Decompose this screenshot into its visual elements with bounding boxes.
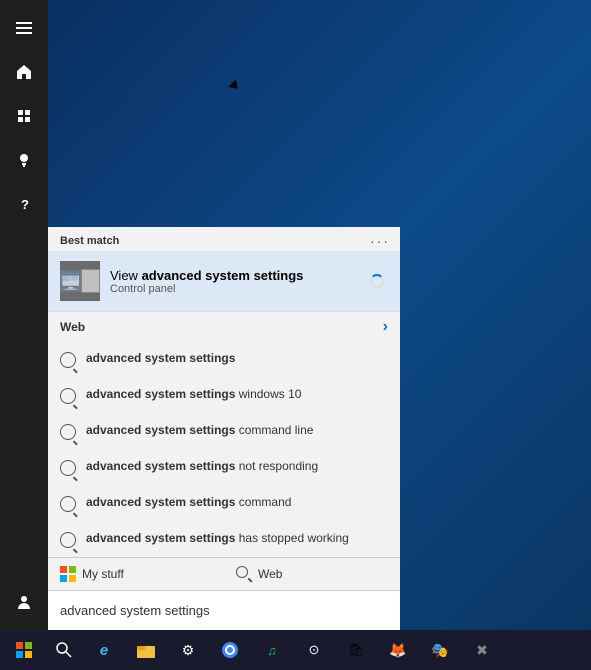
- best-match-item[interactable]: View advanced system settings Control pa…: [48, 251, 400, 311]
- sidebar-home[interactable]: [4, 52, 44, 92]
- suggestion-search-icon: [60, 496, 76, 512]
- start-menu-sidebar: ?: [0, 0, 48, 630]
- best-match-title-bold: advanced system settings: [142, 268, 304, 283]
- taskbar-store[interactable]: 🛍: [336, 630, 376, 670]
- more-options-button[interactable]: ···: [370, 233, 390, 249]
- taskbar-settings[interactable]: ⚙: [168, 630, 208, 670]
- suggestion-text: advanced system settings not responding: [86, 458, 318, 475]
- taskbar: e ⚙ ♫ ⊙ 🛍 🦊 🎭 ✖: [0, 630, 591, 670]
- bottom-tabs-bar: My stuff Web: [48, 557, 400, 590]
- search-input-bar: advanced system settings: [48, 590, 400, 630]
- windows-icon: [60, 566, 76, 582]
- suggestion-text: advanced system settings windows 10: [86, 386, 301, 403]
- suggestion-item-1[interactable]: advanced system settings windows 10: [48, 378, 400, 414]
- start-button[interactable]: [0, 630, 48, 670]
- tab-mystuff[interactable]: My stuff: [48, 558, 224, 590]
- search-tab-icon: [236, 566, 252, 582]
- best-match-label: Best match: [60, 235, 119, 247]
- taskbar-explorer[interactable]: [126, 630, 166, 670]
- taskbar-spotify[interactable]: ♫: [252, 630, 292, 670]
- taskbar-media[interactable]: ⊙: [294, 630, 334, 670]
- taskbar-extra1[interactable]: 🎭: [420, 630, 460, 670]
- tab-mystuff-label: My stuff: [82, 567, 124, 581]
- best-match-header-bar: Best match ···: [48, 227, 400, 251]
- suggestion-item-2[interactable]: advanced system settings command line: [48, 414, 400, 450]
- best-match-title-prefix: View: [110, 268, 142, 283]
- best-match-title: View advanced system settings: [110, 268, 303, 283]
- suggestion-item-4[interactable]: advanced system settings command: [48, 486, 400, 522]
- suggestion-item-3[interactable]: advanced system settings not responding: [48, 450, 400, 486]
- sidebar-user[interactable]: [4, 582, 44, 622]
- tab-web-label: Web: [258, 567, 282, 581]
- best-match-subtitle: Control panel: [110, 283, 303, 295]
- suggestion-text: advanced system settings has stopped wor…: [86, 530, 349, 547]
- svg-text:?: ?: [21, 197, 29, 212]
- suggestion-search-icon: [60, 424, 76, 440]
- sidebar-help[interactable]: ?: [4, 184, 44, 224]
- suggestion-text: advanced system settings command: [86, 494, 291, 511]
- taskbar-app-icons: e ⚙ ♫ ⊙ 🛍 🦊 🎭 ✖: [84, 630, 502, 670]
- suggestion-text: advanced system settings: [86, 350, 235, 367]
- taskbar-firefox[interactable]: 🦊: [378, 630, 418, 670]
- taskbar-chrome[interactable]: [210, 630, 250, 670]
- sidebar-recent[interactable]: [4, 96, 44, 136]
- loading-indicator: [370, 274, 384, 288]
- tab-web[interactable]: Web: [224, 558, 400, 590]
- sidebar-hamburger[interactable]: [4, 8, 44, 48]
- suggestion-item-5[interactable]: advanced system settings has stopped wor…: [48, 522, 400, 558]
- taskbar-edge[interactable]: e: [84, 630, 124, 670]
- taskbar-search-button[interactable]: [48, 630, 80, 670]
- suggestion-search-icon: [60, 532, 76, 548]
- web-section-header[interactable]: Web ›: [48, 311, 400, 342]
- best-match-info: View advanced system settings Control pa…: [110, 268, 303, 295]
- suggestion-search-icon: [60, 388, 76, 404]
- suggestion-item-0[interactable]: advanced system settings: [48, 342, 400, 378]
- sidebar-bulb[interactable]: [4, 140, 44, 180]
- search-input-text[interactable]: advanced system settings: [60, 603, 388, 618]
- web-label: Web: [60, 320, 85, 334]
- start-windows-icon: [16, 642, 32, 658]
- web-arrow-icon: ›: [383, 318, 388, 336]
- suggestion-search-icon: [60, 352, 76, 368]
- suggestion-search-icon: [60, 460, 76, 476]
- suggestion-text: advanced system settings command line: [86, 422, 313, 439]
- taskbar-extra2[interactable]: ✖: [462, 630, 502, 670]
- control-panel-icon: [60, 261, 100, 301]
